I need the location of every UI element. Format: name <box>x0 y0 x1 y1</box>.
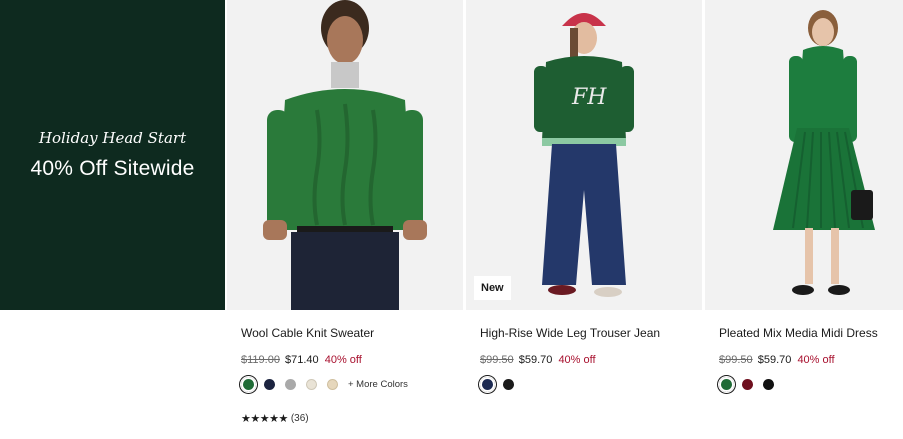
product-card[interactable]: Wool Cable Knit Sweater $119.00 $71.40 4… <box>227 0 463 425</box>
promo-banner[interactable]: Holiday Head Start 40% Off Sitewide <box>0 0 225 310</box>
product-photo-sweater <box>227 0 463 310</box>
svg-text:FH: FH <box>571 85 607 110</box>
color-swatches <box>480 377 702 392</box>
original-price: $99.50 <box>480 354 514 366</box>
product-name[interactable]: Pleated Mix Media Midi Dress <box>719 326 903 340</box>
product-rating[interactable]: ★★★★★ (36) <box>241 412 463 425</box>
product-price: $99.50 $59.70 40% off <box>480 354 702 366</box>
product-photo-dress <box>705 0 903 310</box>
sale-price: $59.70 <box>757 354 792 366</box>
product-card[interactable]: FH New High-Rise Wide Leg Trouser Jean $… <box>466 0 702 392</box>
color-swatch-grey[interactable] <box>283 377 298 392</box>
sale-price: $59.70 <box>518 354 553 366</box>
color-swatches <box>719 377 903 392</box>
color-swatch-navy[interactable] <box>480 377 495 392</box>
color-swatch-burgundy[interactable] <box>740 377 755 392</box>
product-name[interactable]: Wool Cable Knit Sweater <box>241 326 463 340</box>
color-swatch-black[interactable] <box>761 377 776 392</box>
color-swatch-ivory[interactable] <box>304 377 319 392</box>
discount-label: 40% off <box>558 354 596 366</box>
more-colors-link[interactable]: + More Colors <box>348 379 408 390</box>
product-price: $119.00 $71.40 40% off <box>241 354 463 366</box>
original-price: $99.50 <box>719 354 753 366</box>
product-image[interactable] <box>705 0 903 310</box>
product-image[interactable]: FH New <box>466 0 702 310</box>
discount-label: 40% off <box>324 354 362 366</box>
promo-headline: 40% Off Sitewide <box>30 157 195 180</box>
sale-price: $71.40 <box>285 354 319 366</box>
color-swatch-navy[interactable] <box>262 377 277 392</box>
original-price: $119.00 <box>241 354 280 366</box>
promo-eyebrow: Holiday Head Start <box>38 129 187 147</box>
color-swatch-beige[interactable] <box>325 377 340 392</box>
color-swatches: + More Colors <box>241 377 463 392</box>
discount-label: 40% off <box>797 354 835 366</box>
product-image[interactable] <box>227 0 463 310</box>
star-rating-icon: ★★★★★ <box>241 413 288 425</box>
product-photo-jeans: FH <box>466 0 702 310</box>
new-badge: New <box>474 276 511 300</box>
product-card[interactable]: Pleated Mix Media Midi Dress $99.50 $59.… <box>705 0 903 392</box>
review-count: (36) <box>290 413 309 424</box>
color-swatch-green[interactable] <box>719 377 734 392</box>
product-name[interactable]: High-Rise Wide Leg Trouser Jean <box>480 326 702 340</box>
product-price: $99.50 $59.70 40% off <box>719 354 903 366</box>
color-swatch-green[interactable] <box>241 377 256 392</box>
color-swatch-black[interactable] <box>501 377 516 392</box>
